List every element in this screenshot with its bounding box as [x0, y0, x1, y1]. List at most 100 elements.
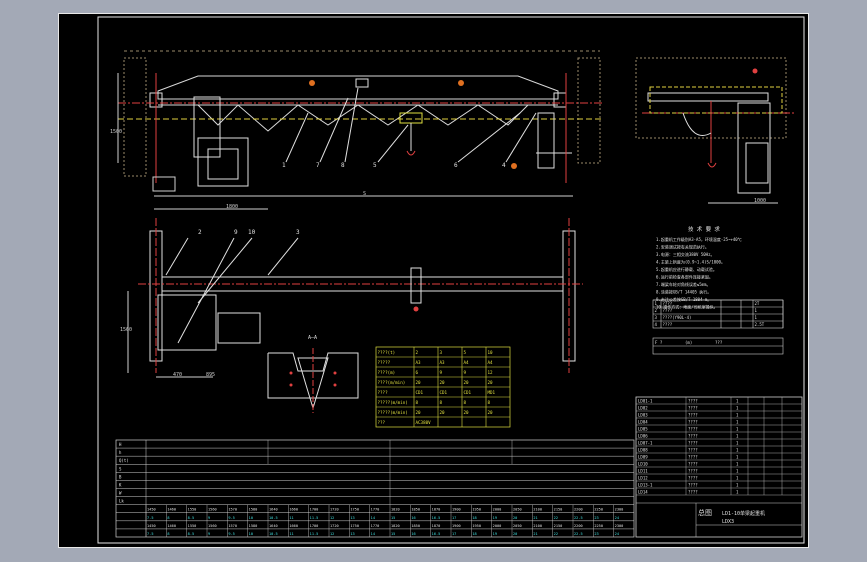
spec-cell: CD1 [440, 390, 448, 395]
spec-cell: ??? [378, 420, 386, 425]
bottom-table-header: W [119, 491, 122, 496]
part-name: ???? [688, 469, 698, 474]
spec-cell: CD1 [464, 390, 472, 395]
small-table-cell: 2T [755, 301, 760, 306]
bottom-table-cell: 2000 [493, 508, 502, 512]
bottom-table-cell: 20 [513, 516, 517, 520]
small-table-cell: ???? [663, 322, 673, 327]
part-qty: 1 [736, 483, 739, 488]
part-qty: 1 [736, 490, 739, 495]
bottom-table-cell: 1770 [371, 524, 380, 528]
spec-cell: 9 [440, 370, 443, 375]
part-name: ???? [688, 448, 698, 453]
spec-cell: 20 [440, 380, 446, 385]
bottom-table-cell: 7.5 [147, 532, 154, 536]
part-number: LD03 [638, 413, 648, 418]
spec-cell: ????(t) [378, 350, 396, 355]
spec-cell: 8 [488, 400, 491, 405]
bottom-table-cell: 17 [452, 532, 456, 536]
bottom-table-cell: 8.5 [188, 532, 195, 536]
dim-bottom: 1800 [226, 204, 238, 210]
part-qty: 1 [736, 406, 739, 411]
part-qty: 1 [736, 462, 739, 467]
part-name: ???? [688, 399, 698, 404]
part-number: LD11 [638, 469, 648, 474]
spec-cell: A4 [464, 360, 470, 365]
bottom-table-cell: 1770 [371, 508, 380, 512]
bottom-table-cell: 20 [513, 532, 517, 536]
part-qty: 1 [736, 427, 739, 432]
bottom-table-cell: 11.5 [310, 516, 319, 520]
bottom-table-cell: 11 [289, 516, 293, 520]
bottom-table-cell: 15 [391, 516, 395, 520]
spec-cell: 20 [416, 380, 422, 385]
bottom-table-cell: 1660 [289, 508, 298, 512]
bottom-table-cell: 2100 [533, 508, 542, 512]
note-line: 7.端梁车轮对角线误差≤5mm。 [656, 281, 710, 287]
bottom-table-cell: 2300 [615, 508, 624, 512]
spec-cell: 12 [488, 370, 494, 375]
bottom-table-cell: 2300 [615, 524, 624, 528]
spec-cell: 3 [440, 350, 443, 355]
bottom-table-cell: 1450 [147, 508, 156, 512]
bottom-table-cell: 2200 [574, 524, 583, 528]
bottom-table-cell: 1570 [228, 524, 237, 528]
bottom-table-header: K [119, 482, 122, 487]
part-qty: 1 [736, 399, 739, 404]
spec-cell: 2 [416, 350, 419, 355]
part-number: LD09 [638, 455, 648, 460]
note-line: 4.主梁上拱度为(0.9~1.4)S/1000。 [656, 259, 725, 265]
bottom-table-cell: 24 [615, 532, 619, 536]
bottom-table-cell: 2100 [533, 524, 542, 528]
part-name: ???? [688, 476, 698, 481]
left-wall [123, 57, 147, 177]
bottom-table-cell: 2050 [513, 524, 522, 528]
outer-frame [58, 13, 809, 548]
bottom-table-cell: 18 [472, 516, 476, 520]
part-qty: 1 [736, 476, 739, 481]
spec-cell: 20 [488, 380, 494, 385]
bottom-table-header: B [119, 474, 122, 479]
part-number: LD06 [638, 434, 648, 439]
spec-cell: 20 [464, 410, 470, 415]
bottom-table-cell: 22.5 [574, 532, 583, 536]
drawing-title: 总图 [698, 508, 712, 517]
technical-notes: 技 术 要 求 1.起重机工作级别A3-A5，环境温度-25~+40℃ 2.安装调… [656, 225, 742, 310]
spec-cell: 8 [464, 400, 467, 405]
spec-cell: 20 [464, 380, 470, 385]
bottom-table-cell: 1720 [330, 508, 339, 512]
bottom-table-cell: 23 [594, 516, 598, 520]
part-number: LD08 [638, 448, 648, 453]
spec-cell: A3 [416, 360, 422, 365]
spec-cell: 20 [440, 410, 446, 415]
spec-cell: A4 [488, 360, 494, 365]
bottom-table-cell: 1870 [432, 524, 441, 528]
spec-cell: MD1 [488, 390, 496, 395]
bottom-table-cell: 1720 [330, 524, 339, 528]
bottom-table-cell: 8 [167, 532, 169, 536]
bottom-table-cell: 14 [371, 516, 375, 520]
small-table-cell: 1 [755, 308, 758, 313]
bottom-table-cell: 1950 [472, 524, 481, 528]
bottom-table-cell: 10.5 [269, 532, 278, 536]
part-name: ???? [688, 490, 698, 495]
bottom-table-cell: 1850 [411, 524, 420, 528]
bottom-table-cell: 16 [411, 516, 415, 520]
bottom-table-header: Q(t) [119, 458, 129, 463]
part-qty: 1 [736, 420, 739, 425]
spec-cell: A3 [440, 360, 446, 365]
bottom-table-cell: 18 [472, 532, 476, 536]
part-number: LD13-1 [638, 483, 653, 488]
bottom-table-cell: 2200 [574, 508, 583, 512]
bottom-table-cell: 10 [249, 532, 253, 536]
spec-cell: ????(m) [378, 370, 396, 375]
bottom-table-cell: 1900 [452, 508, 461, 512]
bottom-table-cell: 21 [533, 532, 537, 536]
part-number: LD14 [638, 490, 648, 495]
bottom-table-cell: 2250 [594, 508, 603, 512]
spec-cell: 6 [416, 370, 419, 375]
callout-5: 5 [373, 162, 377, 169]
marker-icon [458, 80, 464, 86]
part-name: ???? [688, 406, 698, 411]
callout-7: 7 [316, 162, 320, 169]
